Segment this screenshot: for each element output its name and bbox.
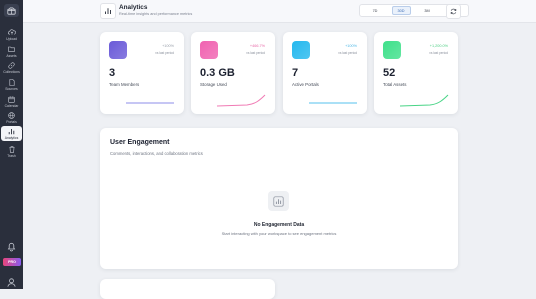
team-members-tile-icon bbox=[109, 41, 127, 59]
sidebar-item-sources[interactable]: Sources bbox=[1, 77, 22, 92]
stat-card-total-assets: +1,200.0% vs last period 52 Total Assets bbox=[374, 32, 458, 114]
range-option-30d[interactable]: 30D bbox=[391, 6, 411, 15]
refresh-button[interactable] bbox=[446, 4, 461, 19]
storage-tile-icon bbox=[200, 41, 218, 59]
sidebar-item-collections[interactable]: Collections bbox=[1, 60, 22, 75]
sidebar-item-assets[interactable]: Assets bbox=[1, 44, 22, 59]
stat-card-team-members: +100% vs last period 3 Team Members bbox=[100, 32, 184, 114]
sidebar-item-label: Assets bbox=[6, 54, 17, 58]
stat-change: +466.7% bbox=[249, 44, 265, 48]
stat-change: +100% bbox=[162, 44, 174, 48]
sidebar-item-label: Portals bbox=[6, 120, 17, 124]
stat-change: +1,200.0% bbox=[429, 44, 448, 48]
pro-badge-label: PRO bbox=[8, 260, 16, 264]
stat-card-storage-used: +466.7% vs last period 0.3 GB Storage Us… bbox=[191, 32, 275, 114]
cloud-upload-icon bbox=[7, 28, 16, 36]
sparkline-path bbox=[216, 94, 266, 107]
sidebar-item-label: Calendar bbox=[4, 104, 19, 108]
portals-tile-icon bbox=[292, 41, 310, 59]
stat-sparkline bbox=[309, 102, 357, 104]
bar-chart-icon bbox=[8, 127, 15, 135]
stat-sparkline bbox=[399, 94, 449, 107]
link-icon bbox=[8, 61, 15, 69]
range-option-7d[interactable]: 7D bbox=[366, 6, 385, 15]
sidebar-item-analytics[interactable]: Analytics bbox=[1, 126, 22, 141]
sparkline-path bbox=[399, 94, 449, 107]
page-subtitle: Real-time insights and performance metri… bbox=[119, 12, 193, 16]
sidebar-item-label: Analytics bbox=[4, 136, 19, 140]
sidebar-item-calendar[interactable]: Calendar bbox=[1, 94, 22, 109]
sidebar-item-upload[interactable]: Upload bbox=[1, 27, 22, 42]
user-icon[interactable] bbox=[6, 275, 17, 293]
stat-comparison: vs last period bbox=[155, 51, 174, 55]
header: Analytics Real-time insights and perform… bbox=[23, 0, 536, 23]
stat-comparison: vs last period bbox=[246, 51, 265, 55]
calendar-icon bbox=[8, 95, 15, 103]
section-title: User Engagement bbox=[110, 139, 170, 146]
sidebar-item-label: Collections bbox=[3, 70, 20, 74]
section-subtitle: Comments, interactions, and collaboratio… bbox=[110, 151, 203, 156]
user-engagement-panel: User Engagement Comments, interactions, … bbox=[100, 128, 458, 269]
assets-tile-icon bbox=[383, 41, 401, 59]
pro-badge[interactable]: PRO bbox=[3, 258, 21, 266]
stat-card-active-portals: +100% vs last period 7 Active Portals bbox=[283, 32, 367, 114]
trash-icon bbox=[8, 145, 15, 153]
sidebar: Upload Assets Collections Sources Calend… bbox=[0, 0, 23, 289]
sidebar-item-portals[interactable]: Portals bbox=[1, 110, 22, 125]
stat-label: Storage Used bbox=[200, 82, 227, 87]
page-title: Analytics bbox=[119, 4, 148, 11]
stat-value: 52 bbox=[383, 67, 396, 79]
bar-chart-icon bbox=[268, 191, 289, 211]
stat-label: Active Portals bbox=[292, 82, 319, 87]
stat-comparison: vs last period bbox=[429, 51, 448, 55]
empty-state-subtitle: Start interacting with your workspace to… bbox=[221, 231, 337, 236]
stat-comparison: vs last period bbox=[338, 51, 357, 55]
file-icon bbox=[9, 78, 15, 86]
sidebar-item-trash[interactable]: Trash bbox=[1, 144, 22, 159]
stat-label: Total Assets bbox=[383, 82, 407, 87]
empty-state-title: No Engagement Data bbox=[253, 222, 305, 228]
bar-chart-icon bbox=[100, 3, 116, 19]
globe-icon bbox=[8, 111, 15, 119]
box-logo-icon[interactable] bbox=[4, 4, 19, 17]
secondary-panel bbox=[100, 279, 275, 299]
stat-sparkline bbox=[216, 94, 266, 107]
stat-value: 3 bbox=[109, 67, 116, 79]
stat-sparkline bbox=[126, 102, 174, 104]
sidebar-item-label: Upload bbox=[6, 37, 17, 41]
stat-label: Team Members bbox=[109, 82, 140, 87]
sidebar-item-label: Sources bbox=[5, 87, 18, 91]
stat-value: 0.3 GB bbox=[200, 67, 235, 79]
folder-icon bbox=[8, 45, 15, 53]
range-option-3m[interactable]: 3M bbox=[418, 6, 437, 15]
stat-change: +100% bbox=[345, 44, 357, 48]
refresh-icon bbox=[450, 8, 457, 15]
bell-icon[interactable] bbox=[6, 239, 17, 257]
sidebar-item-label: Trash bbox=[7, 154, 16, 158]
stat-value: 7 bbox=[292, 67, 299, 79]
